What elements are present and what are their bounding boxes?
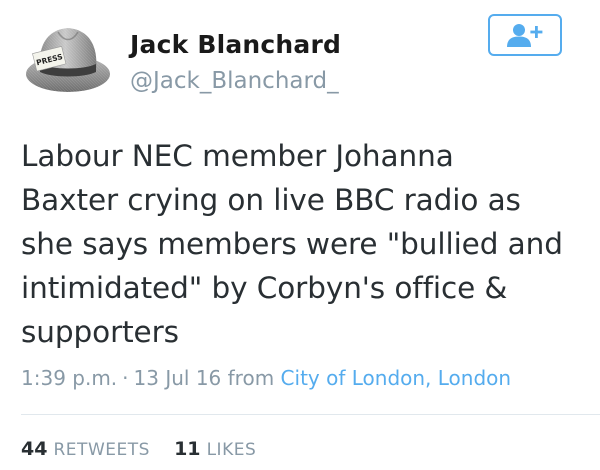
retweets-label: RETWEETS [53, 440, 150, 460]
tweet-text: Labour NEC member Johanna Baxter crying … [21, 134, 581, 354]
likes-count: 11 [174, 438, 201, 460]
avatar[interactable]: PRESS [22, 12, 114, 104]
fedora-press-hat-icon: PRESS [26, 28, 110, 92]
retweets-stat[interactable]: 44 RETWEETS [21, 438, 156, 460]
tweet-time[interactable]: 1:39 p.m. [21, 366, 117, 390]
tweet-line: intimidated" by Corbyn's office & [21, 271, 508, 305]
from-label: from [227, 366, 275, 390]
follow-button[interactable] [488, 14, 562, 56]
likes-label: LIKES [206, 440, 257, 460]
add-user-icon [507, 24, 543, 47]
display-name[interactable]: Jack Blanchard [130, 30, 341, 59]
tweet-line: supporters [21, 315, 179, 349]
tweet-line: Baxter crying on live BBC radio as [21, 183, 521, 217]
tweet-meta: 1:39 p.m. · 13 Jul 16 from City of London,… [21, 366, 511, 390]
tweet-line: Labour NEC member Johanna [21, 139, 454, 173]
divider [21, 414, 600, 415]
likes-stat[interactable]: 11 LIKES [174, 438, 256, 460]
location-link[interactable]: City of London, London [281, 366, 512, 390]
user-handle[interactable]: @Jack_Blanchard_ [130, 68, 339, 94]
tweet-stats: 44 RETWEETS 11 LIKES [21, 438, 256, 460]
meta-separator: · [122, 366, 129, 390]
retweets-count: 44 [21, 438, 48, 460]
tweet-line: she says members were "bullied and [21, 227, 563, 261]
tweet-date[interactable]: 13 Jul 16 [134, 366, 222, 390]
